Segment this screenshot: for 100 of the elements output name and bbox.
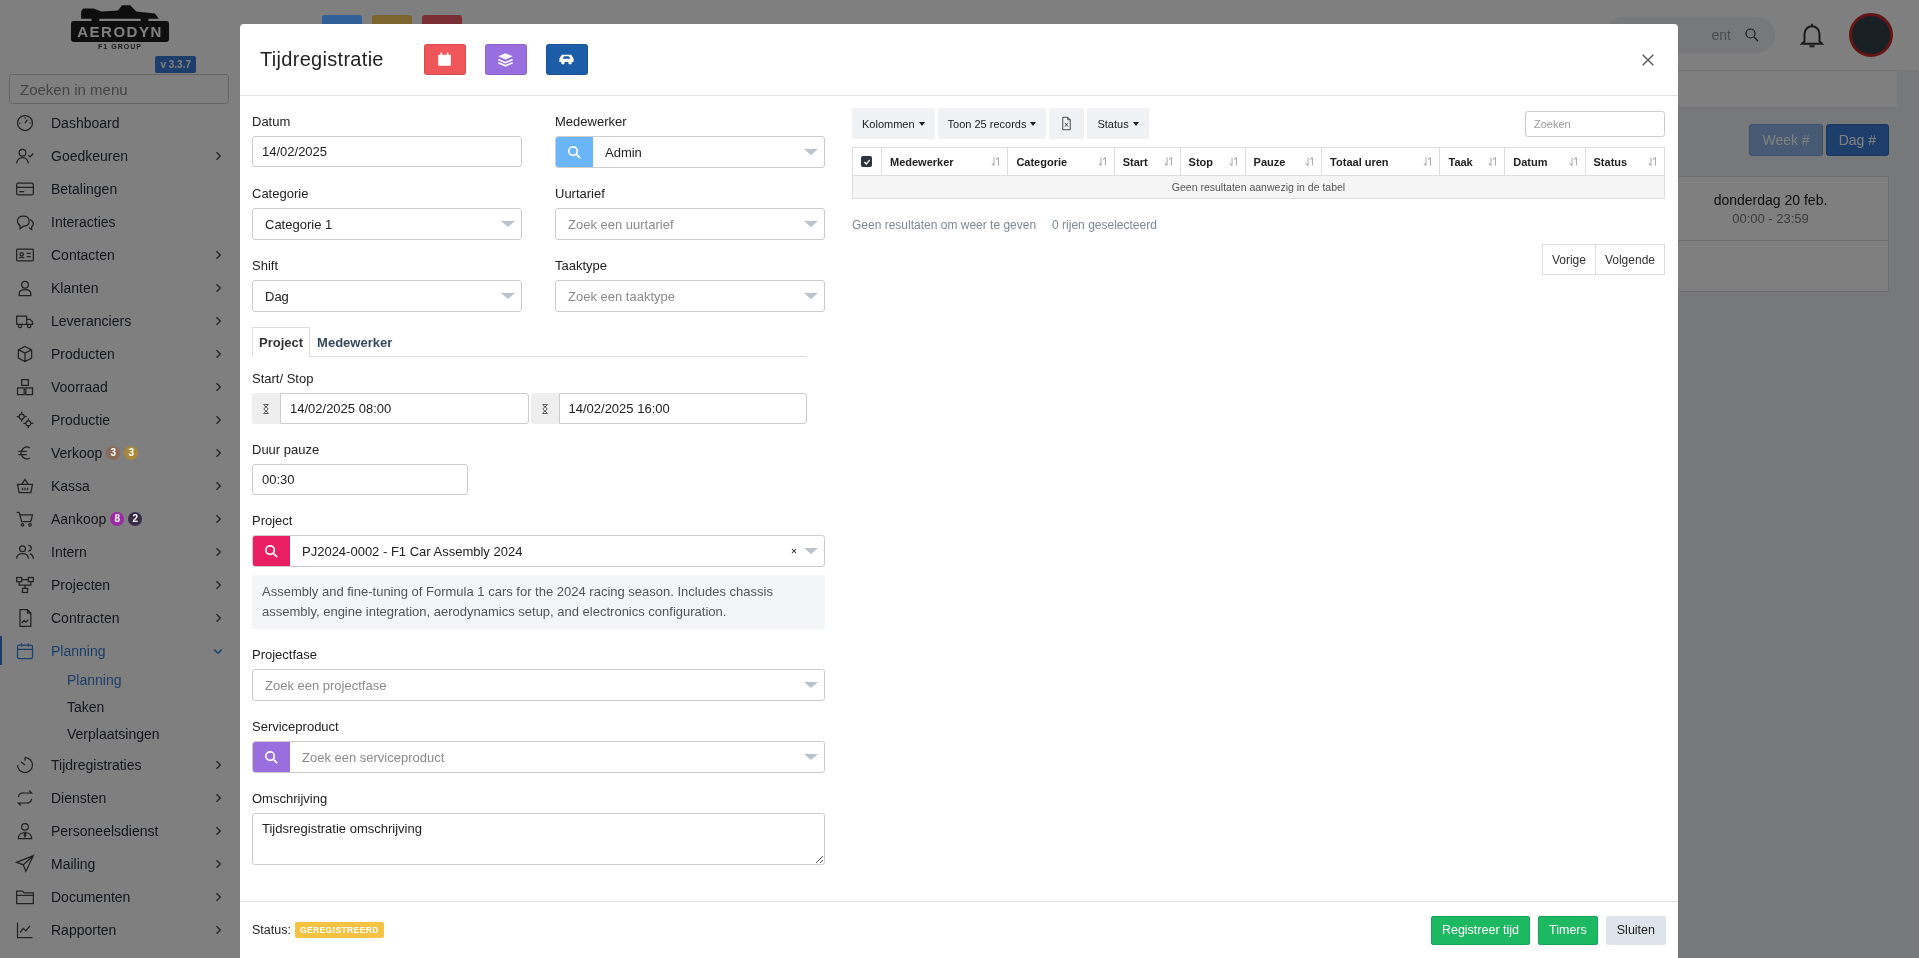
sort-icon — [1487, 156, 1499, 167]
footer-button[interactable]: Sluiten — [1605, 915, 1666, 945]
select-field[interactable]: Admin — [555, 136, 825, 168]
select-field[interactable]: Dag — [252, 280, 522, 312]
field-label: Start/ Stop — [252, 371, 314, 387]
export-button[interactable] — [1049, 108, 1085, 139]
caret-icon — [804, 293, 818, 299]
column-header[interactable]: Status — [1585, 147, 1665, 176]
caret-icon — [918, 121, 925, 126]
sort-icon — [1096, 156, 1108, 167]
column-header[interactable]: Taak — [1440, 147, 1505, 176]
text-field[interactable]: 00:30 — [252, 464, 468, 495]
column-header[interactable]: Datum — [1504, 147, 1586, 176]
search-button[interactable] — [253, 536, 290, 566]
modal-title: Tijdregistratie — [260, 48, 384, 71]
layers-icon — [496, 50, 516, 69]
header-button[interactable] — [484, 44, 527, 75]
arrows-icon — [15, 787, 35, 808]
table-search-field[interactable]: Zoeken — [1525, 110, 1665, 137]
footer-button[interactable]: Timers — [1538, 915, 1598, 945]
time-range: 00:00 - 23:59 — [1732, 210, 1809, 226]
logo-text: AERODYN — [71, 21, 169, 42]
footer-button[interactable]: Registreer tijd — [1430, 915, 1531, 945]
menu-item[interactable]: Rapporten — [0, 913, 240, 946]
status-label: Status: — [252, 923, 291, 937]
select-field[interactable]: Zoek een taaktype — [555, 280, 825, 312]
checkmark-icon — [862, 157, 871, 166]
avatar[interactable] — [1849, 13, 1893, 57]
menu-item[interactable]: Goedkeuren — [0, 139, 240, 172]
column-header[interactable]: Pauze — [1245, 147, 1322, 176]
dropdown-button[interactable]: Kolommen — [852, 108, 935, 139]
menu-item[interactable]: Contracten — [0, 601, 240, 634]
select-field[interactable]: Zoek een projectfase — [252, 669, 825, 701]
flowchart-icon — [15, 574, 35, 595]
caret-icon — [804, 548, 818, 554]
datetime-field[interactable]: 14/02/2025 16:00 — [558, 393, 807, 424]
table-info-text: Geen resultaten om weer te geven — [852, 218, 1037, 232]
select-field[interactable]: Zoek een uurtarief — [555, 208, 825, 240]
sort-icon — [1422, 156, 1434, 167]
menu-search-field[interactable]: Zoeken in menu — [9, 74, 229, 104]
header-button[interactable] — [545, 44, 588, 75]
field-label: Medewerker — [555, 114, 627, 130]
field-label: Project — [252, 513, 293, 529]
field-label: Projectfase — [252, 647, 318, 663]
select-field[interactable]: Categorie 1 — [252, 208, 522, 240]
header-button[interactable] — [423, 44, 466, 75]
menu-item[interactable]: Dashboard — [0, 106, 240, 139]
menu-item[interactable]: Personeelsdienst — [0, 814, 240, 847]
menu-item[interactable]: Voorraad — [0, 370, 240, 403]
column-header[interactable]: Medewerker — [881, 147, 1008, 176]
column-header[interactable]: Categorie — [1007, 147, 1115, 176]
menu-item[interactable]: Mailing — [0, 847, 240, 880]
dropdown-button[interactable]: Status — [1087, 108, 1149, 139]
search-icon — [1743, 26, 1761, 44]
submenu-item[interactable]: Verplaatsingen — [0, 721, 240, 748]
menu-item[interactable]: Projecten — [0, 568, 240, 601]
menu-item[interactable]: Aankoop 8 2 — [0, 502, 240, 535]
select-field[interactable]: PJ2024-0002 - F1 Car Assembly 2024 — [252, 535, 825, 567]
search-button[interactable] — [253, 742, 290, 772]
column-header[interactable]: Start — [1114, 147, 1181, 176]
sort-icon — [1647, 156, 1658, 167]
menu-item[interactable]: Planning — [0, 634, 240, 667]
submenu-item[interactable]: Planning — [0, 667, 240, 694]
select-field[interactable]: Zoek een serviceproduct — [252, 741, 825, 773]
menu-item[interactable]: Intern — [0, 535, 240, 568]
menu-item[interactable]: Verkoop 3 3 — [0, 436, 240, 469]
caret-icon — [804, 221, 818, 227]
selection-info-text: 0 rijen geselecteerd — [1052, 218, 1157, 232]
menu-item[interactable]: Documenten — [0, 880, 240, 913]
field-label: Datum — [252, 114, 291, 130]
menu-item[interactable]: Betalingen — [0, 172, 240, 205]
column-header[interactable]: Totaal uren — [1321, 147, 1440, 176]
menu-item[interactable]: Tijdregistraties — [0, 748, 240, 781]
view-toggle-button[interactable]: Dag # — [1825, 124, 1889, 156]
menu-item[interactable]: Diensten — [0, 781, 240, 814]
dropdown-button[interactable]: Toon 25 records — [937, 108, 1047, 139]
menu-item[interactable]: Leveranciers — [0, 304, 240, 337]
menu-item[interactable]: Interacties — [0, 205, 240, 238]
text-area-field[interactable]: Tijdsregistratie omschrijving — [252, 813, 825, 865]
datetime-field[interactable]: 14/02/2025 08:00 — [280, 393, 529, 424]
select-all-checkbox[interactable] — [861, 156, 872, 167]
menu-item[interactable]: Klanten — [0, 271, 240, 304]
text-field[interactable]: 14/02/2025 — [252, 136, 522, 167]
send-icon — [15, 853, 35, 874]
caret-icon — [1132, 121, 1139, 126]
pagination-button[interactable]: Vorige — [1541, 244, 1596, 275]
menu-item[interactable]: Contacten — [0, 238, 240, 271]
search-icon — [263, 542, 280, 560]
pagination-button[interactable]: Volgende — [1595, 244, 1665, 275]
column-header[interactable]: Stop — [1180, 147, 1246, 176]
menu-item[interactable]: Producten — [0, 337, 240, 370]
menu-item[interactable]: Productie — [0, 403, 240, 436]
menu-item[interactable]: Kassa — [0, 469, 240, 502]
count-badge: 3 — [124, 445, 139, 460]
tab[interactable]: Project — [252, 327, 311, 357]
caret-icon — [501, 221, 515, 227]
submenu-item[interactable]: Taken — [0, 694, 240, 721]
field-label: Shift — [252, 258, 278, 274]
person-badge-icon — [15, 820, 35, 841]
tab[interactable]: Medewerker — [310, 327, 400, 357]
